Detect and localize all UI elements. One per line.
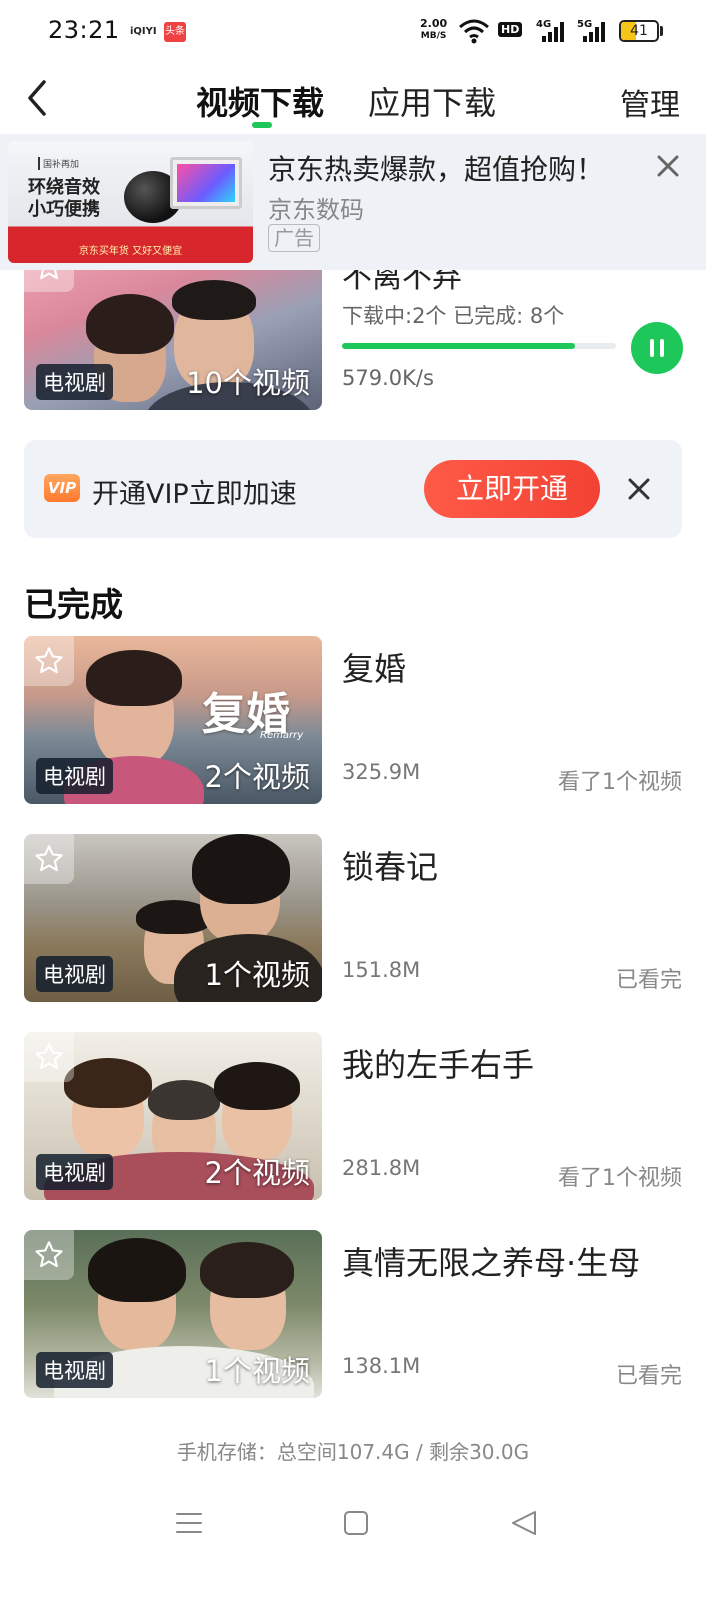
ad-title[interactable]: 京东热卖爆款，超值抢购！ bbox=[268, 148, 604, 188]
category-tag: 电视剧 bbox=[36, 1352, 113, 1388]
ad-badge: 广告 bbox=[268, 224, 320, 252]
downloading-item[interactable]: 电视剧 10个视频 不离不弃 下载中:2个 已完成: 8个 579.0K/s bbox=[0, 270, 720, 415]
watch-status: 看了1个视频 bbox=[558, 770, 682, 795]
vip-icon: VIP bbox=[44, 474, 80, 502]
system-nav-bar bbox=[0, 1490, 720, 1560]
video-thumbnail[interactable]: 电视剧 1个视频 bbox=[24, 1230, 322, 1398]
open-vip-button[interactable]: 立即开通 bbox=[424, 460, 600, 518]
vip-promo-text: 开通VIP立即加速 bbox=[92, 479, 297, 510]
ad-image[interactable]: 国补再加 环绕音效 小巧便携 京东买年货 又好又便宜 bbox=[8, 141, 253, 263]
storage-info: 手机存储：总空间107.4G / 剩余30.0G bbox=[176, 1440, 530, 1464]
file-size: 138.1M bbox=[342, 1354, 421, 1378]
star-icon bbox=[35, 647, 63, 674]
favorite-star-button[interactable] bbox=[24, 1230, 74, 1280]
back-triangle-icon[interactable] bbox=[510, 1510, 538, 1536]
category-tag: 电视剧 bbox=[36, 956, 113, 992]
tab-indicator bbox=[252, 122, 272, 128]
signal-4g-icon: 4G bbox=[536, 19, 564, 42]
vip-promo-bar: VIP 开通VIP立即加速 立即开通 bbox=[24, 440, 682, 538]
favorite-star-button[interactable] bbox=[24, 636, 74, 686]
tab-video-download[interactable]: 视频下载 bbox=[196, 78, 324, 124]
ad-subtitle: 京东数码 bbox=[268, 196, 364, 224]
ad-image-line2: 小巧便携 bbox=[28, 199, 100, 220]
downloading-thumbnail[interactable]: 电视剧 10个视频 bbox=[24, 270, 322, 410]
screen-product-image bbox=[170, 157, 242, 209]
download-progress-bar bbox=[342, 343, 616, 349]
category-tag: 电视剧 bbox=[36, 364, 113, 400]
star-icon bbox=[35, 1241, 63, 1268]
video-count: 10个视频 bbox=[186, 366, 310, 400]
watch-status: 看了1个视频 bbox=[558, 1166, 682, 1191]
video-count: 1个视频 bbox=[204, 958, 310, 992]
battery-icon: 41 bbox=[619, 20, 659, 42]
list-item[interactable]: 电视剧 1个视频 真情无限之养母·生母 138.1M 已看完 bbox=[0, 1230, 720, 1398]
network-speed-value: 2.00 bbox=[420, 17, 448, 30]
tab-app-download[interactable]: 应用下载 bbox=[368, 78, 496, 124]
downloading-title: 不离不弃 bbox=[342, 270, 462, 295]
star-icon bbox=[40, 270, 58, 280]
favorite-star-button[interactable] bbox=[24, 270, 74, 292]
video-thumbnail[interactable]: 电视剧 2个视频 bbox=[24, 1032, 322, 1200]
star-icon bbox=[35, 845, 63, 872]
ad-image-tag: 国补再加 bbox=[38, 157, 79, 170]
signal-5g-icon: 5G bbox=[577, 19, 605, 42]
battery-level: 41 bbox=[630, 23, 648, 39]
download-status: 下载中:2个 已完成: 8个 bbox=[342, 304, 565, 328]
video-thumbnail[interactable]: 复婚 Remarry 电视剧 2个视频 bbox=[24, 636, 322, 804]
list-item[interactable]: 电视剧 1个视频 锁春记 151.8M 已看完 bbox=[0, 834, 720, 1002]
video-title: 复婚 bbox=[342, 650, 407, 688]
status-time: 23:21 bbox=[48, 16, 120, 44]
watch-status: 已看完 bbox=[615, 968, 682, 993]
poster-subtitle: Remarry bbox=[260, 730, 304, 741]
hd-voice-icon: HD bbox=[498, 22, 523, 37]
network-speed-unit: MB/S bbox=[420, 31, 447, 41]
ad-image-slogan: 京东买年货 又好又便宜 bbox=[78, 246, 183, 257]
file-size: 151.8M bbox=[342, 958, 421, 982]
file-size: 325.9M bbox=[342, 760, 421, 784]
toutiao-app-icon: 头条 bbox=[164, 22, 186, 42]
pause-button[interactable] bbox=[631, 322, 683, 374]
header: 视频下载 应用下载 管理 bbox=[0, 64, 720, 134]
home-icon[interactable] bbox=[343, 1510, 369, 1536]
list-item[interactable]: 复婚 Remarry 电视剧 2个视频 复婚 325.9M 看了1个视频 bbox=[0, 636, 720, 804]
close-ad-icon[interactable] bbox=[652, 150, 684, 182]
svg-text:4G: 4G bbox=[536, 19, 551, 30]
back-arrow-icon[interactable] bbox=[18, 78, 58, 118]
close-vip-icon[interactable] bbox=[624, 474, 654, 504]
svg-text:5G: 5G bbox=[577, 19, 592, 30]
watch-status: 已看完 bbox=[615, 1364, 682, 1389]
download-speed: 579.0K/s bbox=[342, 366, 434, 390]
video-count: 2个视频 bbox=[204, 760, 310, 794]
file-size: 281.8M bbox=[342, 1156, 421, 1180]
video-count: 1个视频 bbox=[204, 1354, 310, 1388]
video-title: 真情无限之养母·生母 bbox=[342, 1244, 641, 1282]
network-speed: 2.00 MB/S bbox=[420, 18, 447, 42]
menu-icon[interactable] bbox=[176, 1510, 202, 1536]
video-count: 2个视频 bbox=[204, 1156, 310, 1190]
wifi-icon bbox=[459, 19, 489, 44]
video-title: 我的左手右手 bbox=[342, 1046, 535, 1084]
video-thumbnail[interactable]: 电视剧 1个视频 bbox=[24, 834, 322, 1002]
download-progress-fill bbox=[342, 343, 575, 349]
manage-button[interactable]: 管理 bbox=[620, 80, 680, 124]
star-icon bbox=[35, 1043, 63, 1070]
completed-section-title: 已完成 bbox=[24, 585, 123, 624]
category-tag: 电视剧 bbox=[36, 758, 113, 794]
iqiyi-app-icon: iQIYI bbox=[130, 26, 157, 37]
ad-banner[interactable]: 国补再加 环绕音效 小巧便携 京东买年货 又好又便宜 京东热卖爆款，超值抢购！ … bbox=[0, 134, 706, 270]
video-title: 锁春记 bbox=[342, 848, 439, 886]
favorite-star-button[interactable] bbox=[24, 834, 74, 884]
status-bar: 23:21 iQIYI 头条 2.00 MB/S HD 4G 5G 41 bbox=[0, 0, 720, 64]
list-item[interactable]: 电视剧 2个视频 我的左手右手 281.8M 看了1个视频 bbox=[0, 1032, 720, 1200]
favorite-star-button[interactable] bbox=[24, 1032, 74, 1082]
category-tag: 电视剧 bbox=[36, 1154, 113, 1190]
